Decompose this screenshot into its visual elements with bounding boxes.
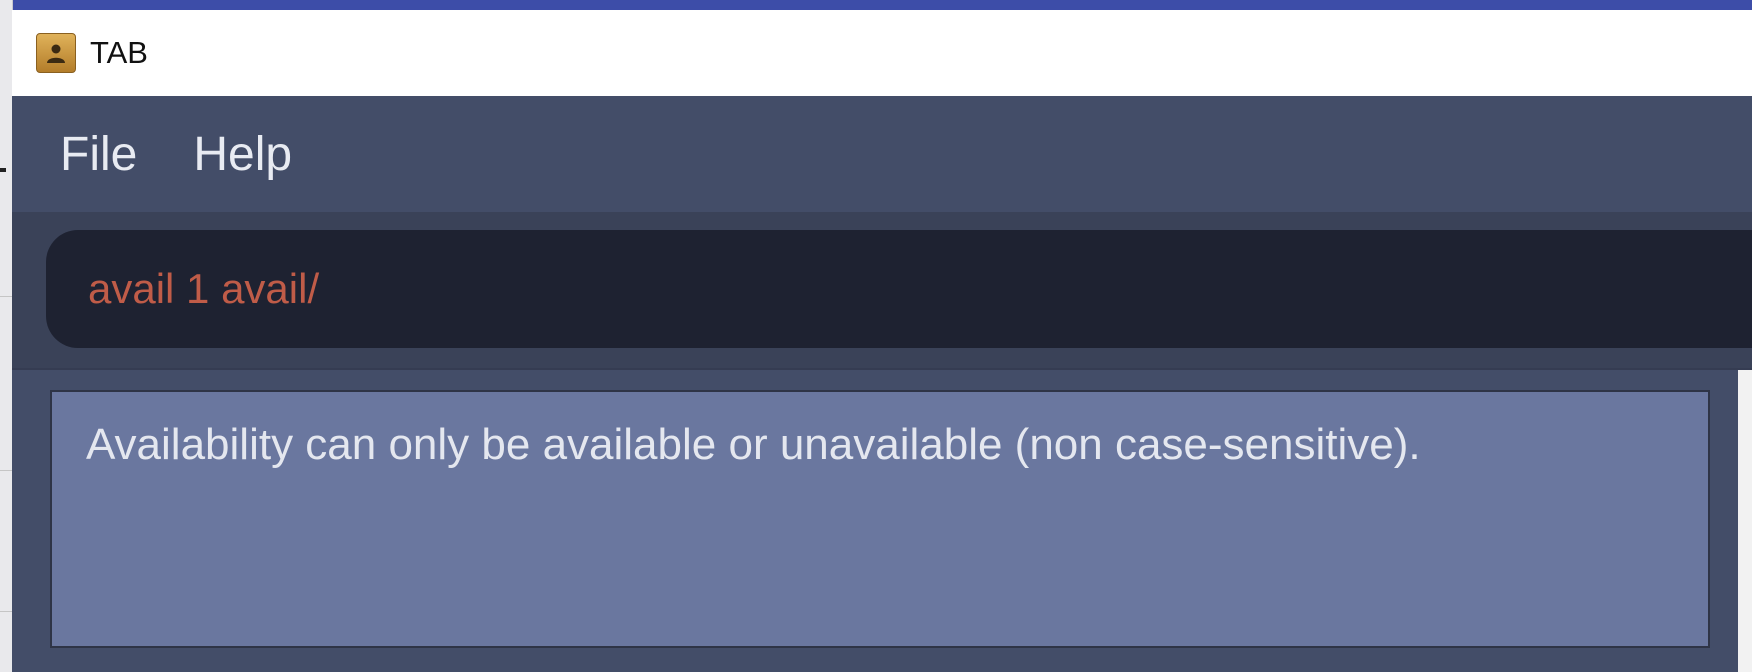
command-box-area	[12, 214, 1752, 368]
command-input[interactable]	[88, 265, 1688, 313]
menu-file[interactable]: File	[60, 127, 137, 182]
menu-help[interactable]: Help	[193, 127, 292, 182]
desktop-divider	[0, 470, 12, 471]
address-book-icon	[36, 33, 76, 73]
title-bar[interactable]: TAB	[12, 10, 1752, 96]
desktop-background-top	[0, 0, 1752, 10]
desktop-divider	[0, 296, 12, 297]
command-box[interactable]	[46, 230, 1752, 348]
result-display: Availability can only be available or un…	[50, 390, 1710, 648]
result-display-area: Availability can only be available or un…	[12, 368, 1752, 672]
window-title: TAB	[90, 35, 148, 70]
scrollbar-track[interactable]	[1738, 370, 1752, 672]
result-message: Availability can only be available or un…	[86, 420, 1421, 469]
desktop-mark	[0, 168, 6, 172]
desktop-divider	[0, 611, 12, 612]
app-window: TAB File Help Availability can only be a…	[12, 10, 1752, 672]
menu-bar: File Help	[12, 96, 1752, 214]
